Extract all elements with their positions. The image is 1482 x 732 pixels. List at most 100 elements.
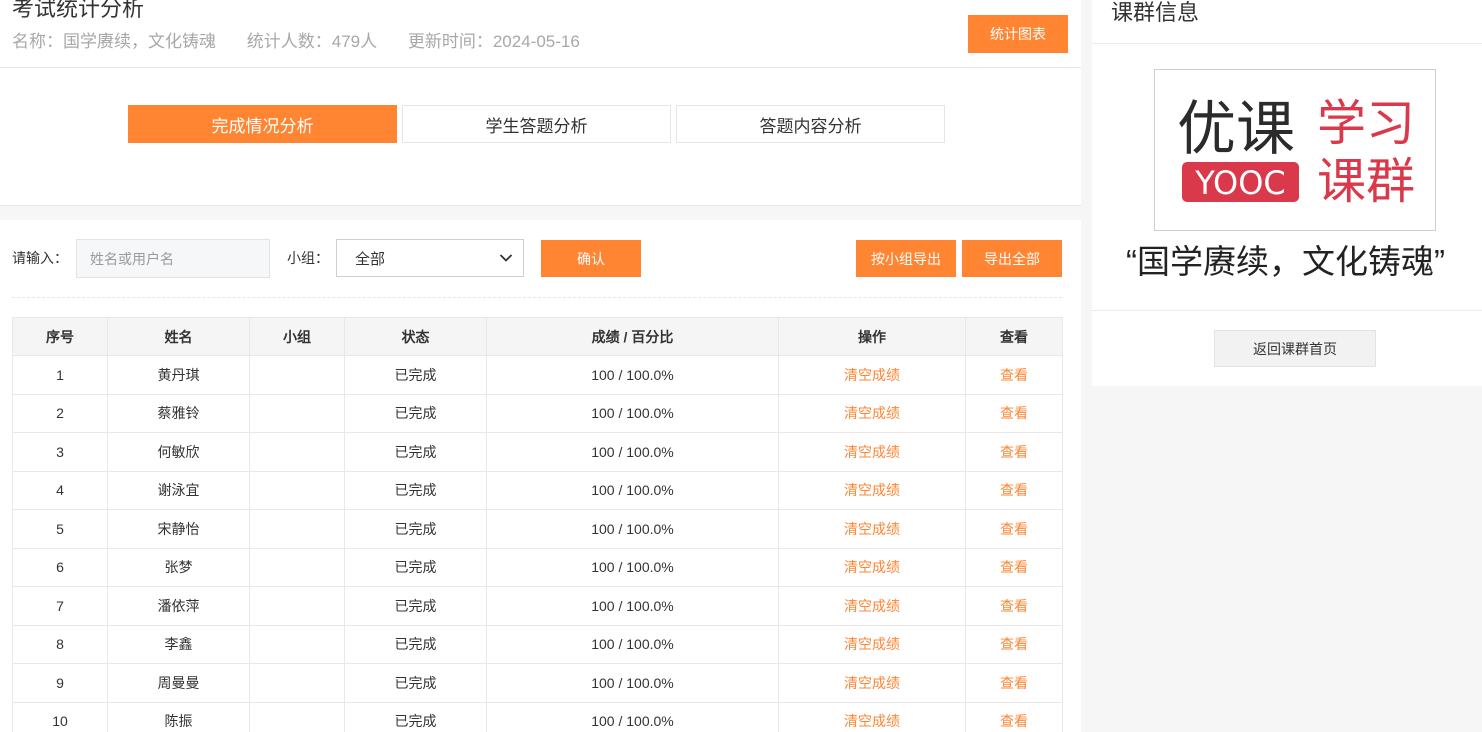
cell-group [249,586,345,626]
cell-status: 已完成 [344,355,487,395]
cell-score: 100 / 100.0% [486,355,779,395]
export-by-group-button[interactable]: 按小组导出 [856,240,956,277]
analysis-tabs: 完成情况分析 学生答题分析 答题内容分析 [0,68,1081,206]
cell-score: 100 / 100.0% [486,547,779,587]
svg-text:优课: 优课 [1177,94,1295,163]
cell-group [249,432,345,472]
clear-score-link[interactable]: 清空成绩 [778,663,966,703]
table-row: 2 蔡雅铃 已完成 100 / 100.0% 清空成绩 查看 [12,393,1063,433]
cell-group [249,663,345,703]
clear-score-link[interactable]: 清空成绩 [778,701,966,732]
header-status: 状态 [344,317,487,356]
back-to-group-home-button[interactable]: 返回课群首页 [1214,330,1376,367]
cell-group [249,509,345,549]
table-header-row: 序号 姓名 小组 状态 成绩 / 百分比 操作 查看 [12,317,1063,356]
cell-name: 宋静怡 [107,509,250,549]
clear-score-link[interactable]: 清空成绩 [778,432,966,472]
group-select[interactable]: 全部 [336,239,524,277]
cell-index: 9 [12,663,108,703]
cell-score: 100 / 100.0% [486,701,779,732]
group-label: 小组： [287,250,329,266]
sidebar-divider [1092,43,1482,44]
search-input[interactable] [76,239,270,278]
view-link[interactable]: 查看 [965,547,1063,587]
cell-group [249,393,345,433]
clear-score-link[interactable]: 清空成绩 [778,470,966,510]
table-body: 1 黄丹琪 已完成 100 / 100.0% 清空成绩 查看 2 蔡雅铃 已完成 100 / 10… [12,355,1063,732]
view-link[interactable]: 查看 [965,470,1063,510]
clear-score-link[interactable]: 清空成绩 [778,355,966,395]
cell-score: 100 / 100.0% [486,393,779,433]
divider [12,297,1062,298]
svg-text:学习: 学习 [1317,95,1415,152]
cell-status: 已完成 [344,432,487,472]
export-all-button[interactable]: 导出全部 [962,240,1062,277]
cell-status: 已完成 [344,586,487,626]
clear-score-link[interactable]: 清空成绩 [778,624,966,664]
header-name: 姓名 [107,317,250,356]
svg-text:YOOC: YOOC [1194,164,1286,202]
view-link[interactable]: 查看 [965,393,1063,433]
table-row: 10 陈振 已完成 100 / 100.0% 清空成绩 查看 [12,701,1063,732]
statistics-chart-button[interactable]: 统计图表 [968,15,1068,53]
table-row: 1 黄丹琪 已完成 100 / 100.0% 清空成绩 查看 [12,355,1063,395]
clear-score-link[interactable]: 清空成绩 [778,586,966,626]
table-row: 8 李鑫 已完成 100 / 100.0% 清空成绩 查看 [12,624,1063,664]
table-row: 9 周曼曼 已完成 100 / 100.0% 清空成绩 查看 [12,663,1063,703]
participant-count: 统计人数：479人 [246,32,378,51]
clear-score-link[interactable]: 清空成绩 [778,547,966,587]
svg-text:课群: 课群 [1317,153,1415,210]
cell-group [249,547,345,587]
page-header: 考试统计分析 名称：国学赓续，文化铸魂 统计人数：479人 更新时间：2024-… [0,0,1081,68]
view-link[interactable]: 查看 [965,509,1063,549]
cell-group [249,355,345,395]
cell-score: 100 / 100.0% [486,586,779,626]
view-link[interactable]: 查看 [965,701,1063,732]
sidebar-title: 课群信息 [1111,0,1200,25]
clear-score-link[interactable]: 清空成绩 [778,509,966,549]
results-panel: 请输入： 小组： 全部 确认 按小组导出 导出全部 序号 姓名 小组 [0,220,1081,732]
cell-index: 3 [12,432,108,472]
view-link[interactable]: 查看 [965,355,1063,395]
page-title: 考试统计分析 [12,0,145,21]
view-link[interactable]: 查看 [965,586,1063,626]
confirm-button[interactable]: 确认 [541,240,641,277]
header-group: 小组 [249,317,345,356]
cell-index: 5 [12,509,108,549]
cell-name: 陈振 [107,701,250,732]
view-link[interactable]: 查看 [965,432,1063,472]
chevron-down-icon [500,254,512,262]
cell-index: 8 [12,624,108,664]
header-index: 序号 [12,317,108,356]
update-time: 更新时间：2024-05-16 [407,32,580,51]
cell-status: 已完成 [344,663,487,703]
cell-name: 李鑫 [107,624,250,664]
course-group-sidebar: 课群信息 优课 YOOC 学习 课群 “国学赓续，文化铸魂” 返回课群首页 [1092,0,1482,386]
cell-score: 100 / 100.0% [486,509,779,549]
yooc-logo-image: 优课 YOOC 学习 课群 [1177,94,1415,210]
clear-score-link[interactable]: 清空成绩 [778,393,966,433]
results-table: 序号 姓名 小组 状态 成绩 / 百分比 操作 查看 1 黄丹琪 已完成 100 / … [12,317,1063,732]
header-view: 查看 [965,317,1063,356]
table-row: 4 谢泳宜 已完成 100 / 100.0% 清空成绩 查看 [12,470,1063,510]
cell-index: 4 [12,470,108,510]
cell-status: 已完成 [344,393,487,433]
table-row: 5 宋静怡 已完成 100 / 100.0% 清空成绩 查看 [12,509,1063,549]
tab-answer-content-analysis[interactable]: 答题内容分析 [676,105,945,143]
table-row: 3 何敏欣 已完成 100 / 100.0% 清空成绩 查看 [12,432,1063,472]
cell-name: 黄丹琪 [107,355,250,395]
view-link[interactable]: 查看 [965,624,1063,664]
cell-name: 谢泳宜 [107,470,250,510]
cell-score: 100 / 100.0% [486,624,779,664]
cell-status: 已完成 [344,470,487,510]
results-table-wrapper: 序号 姓名 小组 状态 成绩 / 百分比 操作 查看 1 黄丹琪 已完成 100 / … [12,317,1063,732]
cell-score: 100 / 100.0% [486,432,779,472]
tab-student-answer-analysis[interactable]: 学生答题分析 [402,105,671,143]
view-link[interactable]: 查看 [965,663,1063,703]
cell-score: 100 / 100.0% [486,470,779,510]
tab-completion-analysis[interactable]: 完成情况分析 [128,105,397,143]
cell-name: 张梦 [107,547,250,587]
group-select-value: 全部 [355,250,386,268]
exam-meta: 名称：国学赓续，文化铸魂 统计人数：479人 更新时间：2024-05-16 [12,31,606,53]
cell-name: 周曼曼 [107,663,250,703]
